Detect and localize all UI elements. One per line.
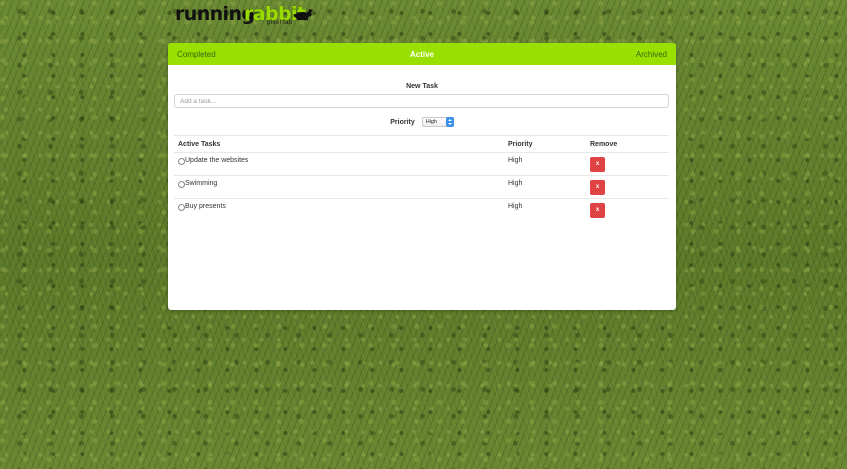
logo-word-running: running: [175, 3, 255, 25]
task-checkbox[interactable]: [178, 158, 185, 165]
priority-row: Priority High: [168, 117, 676, 128]
column-header-remove: Remove: [590, 141, 618, 148]
new-task-input[interactable]: [174, 94, 669, 108]
rabbit-icon: [293, 8, 313, 26]
table-row: Swimming High x: [174, 175, 669, 198]
task-priority: High: [508, 203, 523, 210]
column-header-priority: Priority: [508, 141, 533, 148]
remove-button[interactable]: x: [590, 203, 605, 218]
column-header-active-tasks: Active Tasks: [178, 141, 221, 148]
task-name: Swimming: [185, 180, 218, 187]
task-priority: High: [508, 180, 523, 187]
task-checkbox[interactable]: [178, 204, 185, 211]
new-task-label: New Task: [406, 83, 438, 90]
divider: [174, 135, 669, 136]
tab-archived[interactable]: Archived: [636, 50, 667, 59]
tab-active[interactable]: Active: [168, 50, 676, 59]
remove-button[interactable]: x: [590, 157, 605, 172]
priority-select-value: High: [425, 119, 438, 125]
task-priority: High: [508, 157, 523, 164]
select-arrows-icon: [445, 117, 454, 127]
task-name: Update the websites: [185, 157, 249, 164]
logo: running rabbit pixel lab: [175, 3, 320, 29]
logo-subtitle: pixel lab: [267, 20, 293, 26]
priority-label: Priority: [390, 118, 415, 126]
tab-bar: Completed Active Archived: [168, 43, 676, 65]
priority-select[interactable]: High: [421, 117, 454, 127]
table-row: Buy presents High x: [174, 198, 669, 221]
task-name: Buy presents: [185, 203, 226, 210]
task-checkbox[interactable]: [178, 181, 185, 188]
task-panel: Completed Active Archived New Task Prior…: [168, 43, 676, 310]
remove-button[interactable]: x: [590, 180, 605, 195]
table-row: Update the websites High x: [174, 152, 669, 175]
